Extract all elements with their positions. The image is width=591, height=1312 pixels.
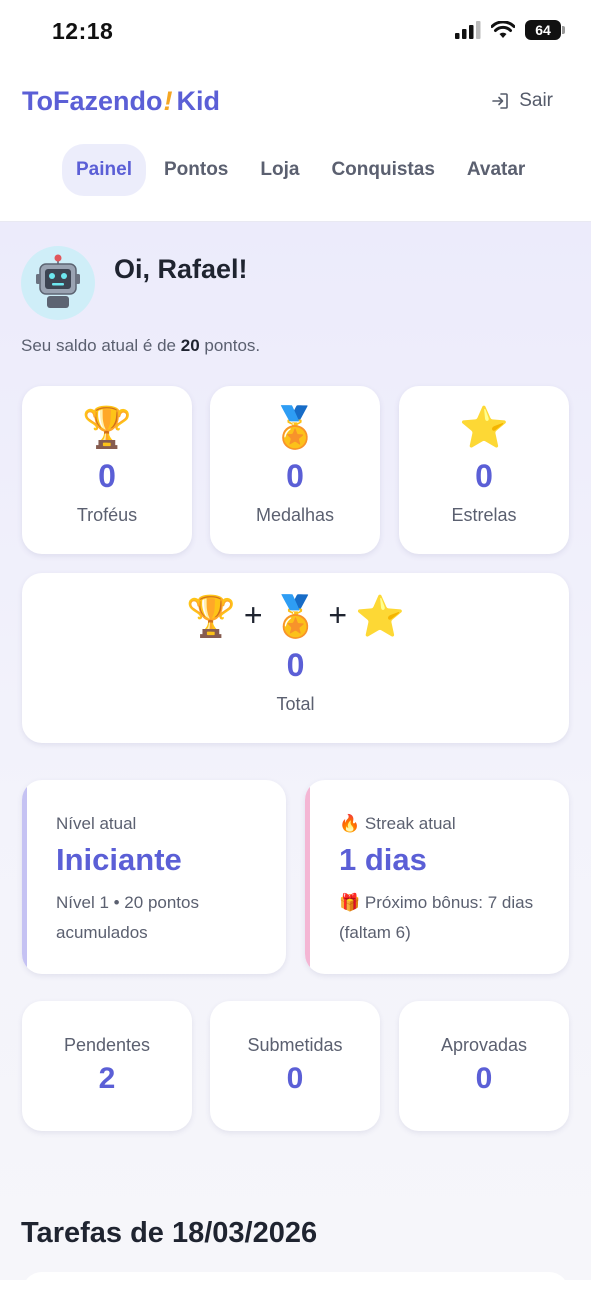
stars-card: ⭐ 0 Estrelas bbox=[399, 386, 569, 554]
tab-conquistas[interactable]: Conquistas bbox=[317, 144, 448, 196]
streak-bonus-text: Próximo bônus: 7 dias (faltam 6) bbox=[339, 893, 534, 942]
medals-count: 0 bbox=[286, 458, 304, 494]
medals-card: 🏅 0 Medalhas bbox=[210, 386, 380, 554]
main-nav: Painel Pontos Loja Conquistas Avatar bbox=[62, 144, 539, 196]
level-value: Iniciante bbox=[56, 842, 182, 877]
medal-icon: 🏅 bbox=[270, 595, 321, 639]
status-icons: 64 bbox=[455, 20, 565, 40]
fire-icon: 🔥 bbox=[339, 814, 361, 833]
streak-title-row: 🔥 Streak atual bbox=[339, 814, 456, 834]
approved-card[interactable]: Aprovadas 0 bbox=[399, 1001, 569, 1131]
battery-icon: 64 bbox=[525, 20, 565, 40]
tab-avatar[interactable]: Avatar bbox=[453, 144, 539, 196]
tab-painel[interactable]: Painel bbox=[62, 144, 146, 196]
dashboard: Oi, Rafael! Seu saldo atual é de 20 pont… bbox=[0, 222, 591, 1312]
brand-bang: ! bbox=[163, 86, 173, 116]
trophies-count: 0 bbox=[98, 458, 116, 494]
star-icon: ⭐ bbox=[459, 406, 509, 450]
plus-sign: + bbox=[243, 597, 263, 633]
stars-count: 0 bbox=[475, 458, 493, 494]
trophies-card: 🏆 0 Troféus bbox=[22, 386, 192, 554]
total-card: 🏆 + 🏅 + ⭐ 0 Total bbox=[22, 573, 569, 743]
app-header: ToFazendo! Kid Sair Painel Pontos Loja Co… bbox=[0, 64, 591, 222]
logout-icon bbox=[492, 93, 509, 109]
submitted-count: 0 bbox=[286, 1062, 304, 1095]
stars-label: Estrelas bbox=[451, 505, 517, 525]
tab-loja[interactable]: Loja bbox=[246, 144, 313, 196]
submitted-card[interactable]: Submetidas 0 bbox=[210, 1001, 380, 1131]
pending-count: 2 bbox=[98, 1062, 116, 1095]
tab-pontos[interactable]: Pontos bbox=[150, 144, 242, 196]
level-title: Nível atual bbox=[56, 814, 137, 833]
avatar[interactable] bbox=[21, 246, 95, 320]
logout-label: Sair bbox=[519, 90, 553, 111]
streak-title: Streak atual bbox=[364, 814, 456, 833]
total-label: Total bbox=[276, 694, 315, 714]
balance-points: 20 bbox=[180, 336, 200, 355]
tasks-title: Tarefas de 18/03/2026 bbox=[21, 1217, 318, 1249]
gift-icon: 🎁 bbox=[339, 893, 361, 912]
task-list-card bbox=[22, 1272, 569, 1312]
balance-prefix: Seu saldo atual é de bbox=[21, 336, 181, 355]
trophy-icon: 🏆 bbox=[186, 595, 236, 639]
approved-label: Aprovadas bbox=[440, 1035, 528, 1055]
balance-text: Seu saldo atual é de 20 pontos. bbox=[21, 336, 260, 356]
star-icon: ⭐ bbox=[355, 595, 405, 639]
brand-name: ToFazendo bbox=[22, 86, 163, 116]
streak-bonus: 🎁 Próximo bônus: 7 dias (faltam 6) bbox=[339, 888, 549, 948]
pending-card[interactable]: Pendentes 2 bbox=[22, 1001, 192, 1131]
streak-accent-bar bbox=[305, 780, 310, 974]
submitted-label: Submetidas bbox=[247, 1035, 343, 1055]
status-time: 12:18 bbox=[52, 18, 114, 44]
wifi-icon bbox=[491, 21, 515, 38]
streak-card: 🔥 Streak atual 1 dias 🎁 Próximo bônus: 7… bbox=[305, 780, 569, 974]
robot-icon bbox=[36, 254, 80, 308]
balance-suffix: pontos. bbox=[199, 336, 261, 355]
pending-label: Pendentes bbox=[63, 1035, 151, 1055]
brand-suffix: Kid bbox=[176, 86, 220, 116]
total-count: 0 bbox=[286, 647, 305, 683]
greeting: Oi, Rafael! bbox=[114, 254, 248, 284]
total-formula: 🏆 + 🏅 + ⭐ bbox=[22, 591, 569, 643]
level-description: Nível 1 • 20 pontos acumulados bbox=[56, 893, 199, 942]
logout-button[interactable]: Sair bbox=[491, 90, 553, 112]
streak-value: 1 dias bbox=[339, 842, 427, 877]
status-bar: 12:18 64 bbox=[0, 0, 591, 64]
signal-icon bbox=[455, 21, 481, 39]
level-accent-bar bbox=[22, 780, 27, 974]
medal-icon: 🏅 bbox=[270, 406, 320, 450]
app-logo[interactable]: ToFazendo! Kid bbox=[22, 86, 220, 117]
trophies-label: Troféus bbox=[76, 505, 138, 525]
medals-label: Medalhas bbox=[255, 505, 335, 525]
approved-count: 0 bbox=[475, 1062, 493, 1095]
trophy-icon: 🏆 bbox=[82, 406, 132, 450]
plus-sign: + bbox=[328, 597, 348, 633]
level-card: Nível atual Iniciante Nível 1 • 20 ponto… bbox=[22, 780, 286, 974]
